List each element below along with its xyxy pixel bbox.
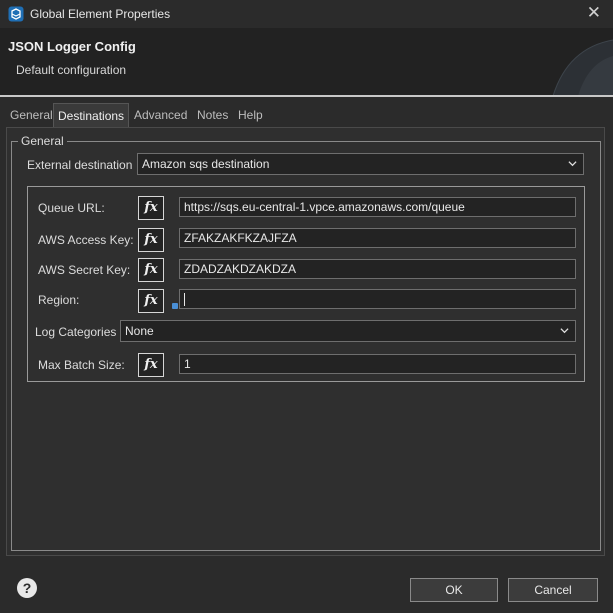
aws-access-key-label: AWS Access Key: — [38, 233, 134, 247]
header-divider — [0, 95, 613, 97]
chevron-down-icon — [560, 328, 569, 334]
dialog-subtitle: Default configuration — [16, 63, 127, 77]
max-batch-size-fx-button[interactable]: fx — [138, 353, 164, 377]
queue-url-input[interactable]: https://sqs.eu-central-1.vpce.amazonaws.… — [179, 197, 576, 217]
info-icon — [172, 303, 178, 309]
external-destination-label: External destination — [27, 158, 133, 172]
max-batch-size-label: Max Batch Size: — [38, 358, 125, 372]
tab-general[interactable]: General — [6, 103, 57, 127]
cancel-button[interactable]: Cancel — [508, 578, 598, 602]
region-input[interactable] — [179, 289, 576, 309]
dialog-title: JSON Logger Config — [8, 39, 136, 54]
aws-access-key-input[interactable]: ZFAKZAKFKZAJFZA — [179, 228, 576, 248]
general-group-legend: General — [18, 134, 67, 148]
tab-notes[interactable]: Notes — [193, 103, 232, 127]
tab-destinations[interactable]: Destinations — [53, 103, 130, 127]
log-categories-select[interactable]: None — [120, 320, 576, 342]
max-batch-size-input[interactable]: 1 — [179, 354, 576, 374]
close-icon[interactable]: ✕ — [587, 3, 601, 23]
aws-secret-key-input[interactable]: ZDADZAKDZAKDZA — [179, 259, 576, 279]
region-label: Region: — [38, 293, 80, 307]
text-caret — [184, 293, 185, 307]
studio-icon — [8, 6, 24, 22]
log-categories-label: Log Categories — [35, 325, 117, 339]
region-fx-button[interactable]: fx — [138, 289, 164, 313]
queue-url-fx-button[interactable]: fx — [138, 196, 164, 220]
header-decoration-graphic — [552, 39, 613, 96]
window-titlebar: Global Element Properties ✕ — [0, 0, 613, 28]
aws-access-key-fx-button[interactable]: fx — [138, 228, 164, 252]
external-destination-select[interactable]: Amazon sqs destination — [137, 153, 584, 175]
aws-secret-key-fx-button[interactable]: fx — [138, 258, 164, 282]
chevron-down-icon — [568, 161, 577, 167]
ok-button[interactable]: OK — [410, 578, 498, 602]
aws-secret-key-label: AWS Secret Key: — [38, 263, 131, 277]
external-destination-value: Amazon sqs destination — [142, 157, 270, 171]
queue-url-label: Queue URL: — [38, 201, 105, 215]
help-icon[interactable]: ? — [17, 578, 37, 598]
tab-advanced[interactable]: Advanced — [130, 103, 191, 127]
dialog-header: JSON Logger Config Default configuration — [0, 28, 613, 96]
window-title: Global Element Properties — [30, 7, 171, 21]
tab-help[interactable]: Help — [234, 103, 267, 127]
log-categories-value: None — [125, 324, 154, 338]
